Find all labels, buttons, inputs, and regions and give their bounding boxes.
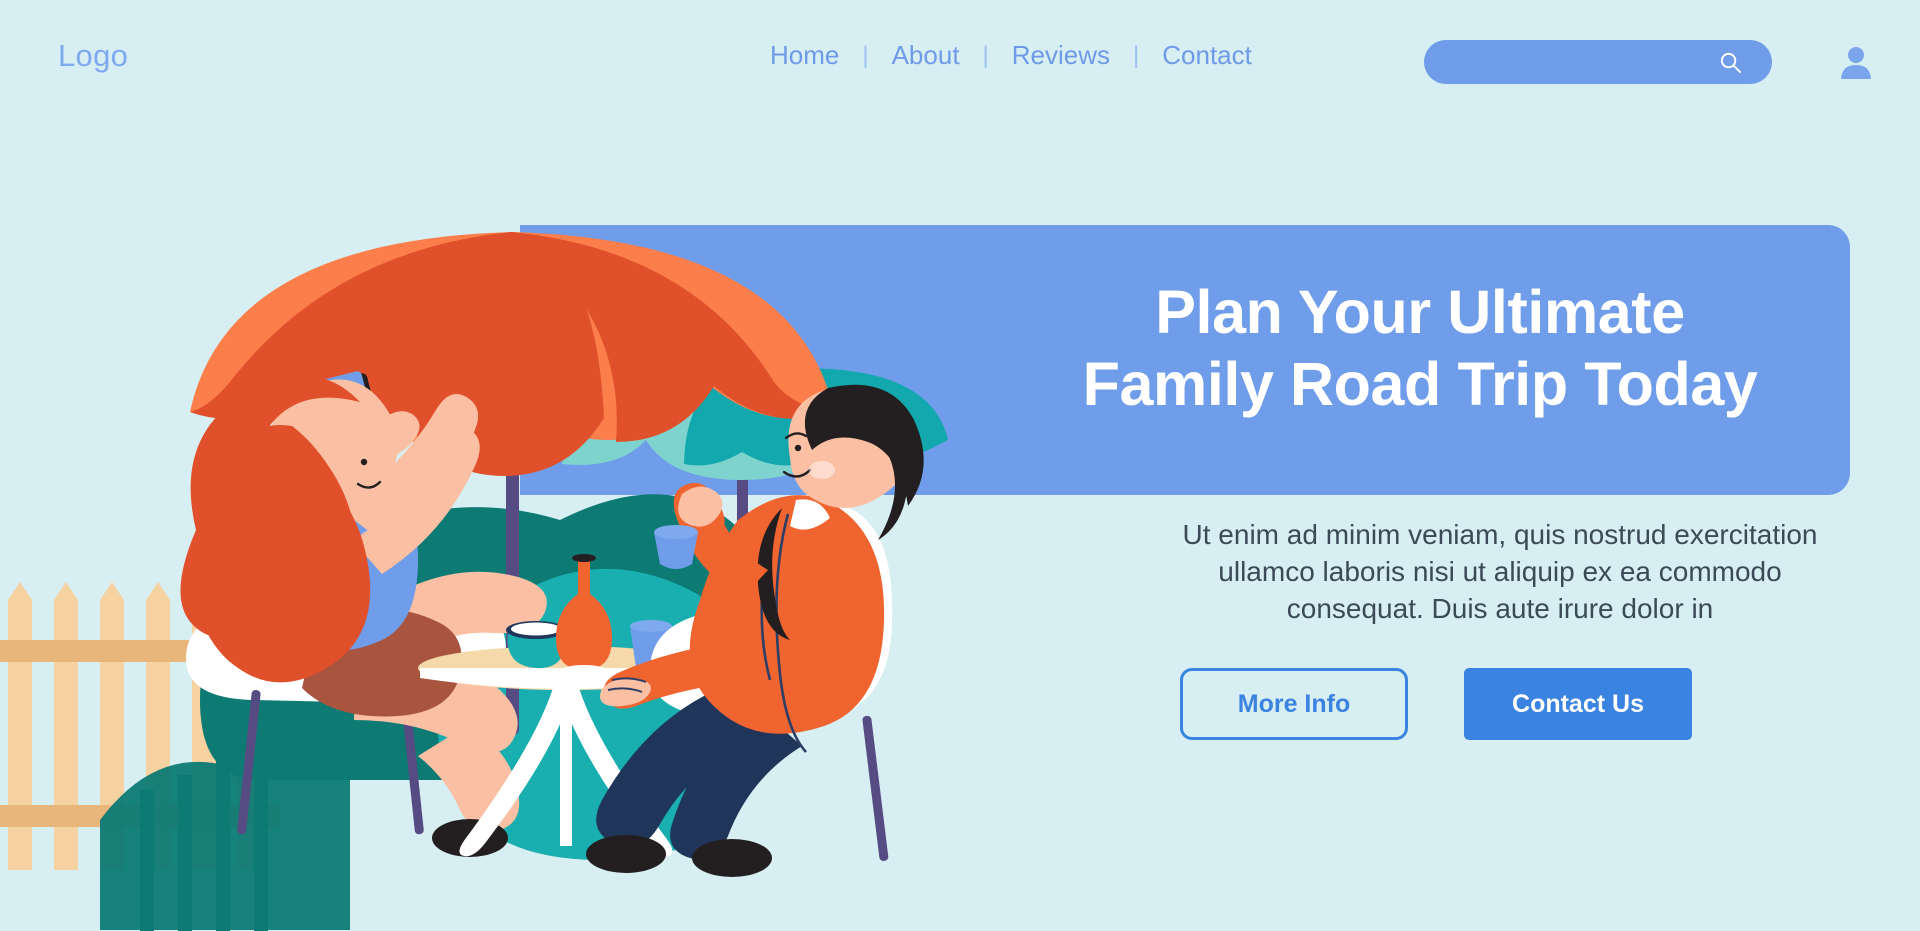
main-navigation: Home | About | Reviews | Contact	[760, 40, 1262, 71]
search-input[interactable]	[1424, 40, 1772, 84]
site-header: Logo Home | About | Reviews | Contact	[0, 0, 1920, 110]
logo[interactable]: Logo	[58, 38, 128, 74]
contact-us-button[interactable]: Contact Us	[1464, 668, 1692, 740]
page-title: Plan Your Ultimate Family Road Trip Toda…	[1000, 277, 1840, 421]
nav-separator: |	[1133, 41, 1140, 69]
hero-illustration	[0, 232, 948, 931]
headline-line-2: Family Road Trip Today	[1082, 349, 1758, 418]
more-info-button[interactable]: More Info	[1180, 668, 1408, 740]
nav-item-contact[interactable]: Contact	[1152, 40, 1262, 71]
user-account-icon[interactable]	[1836, 42, 1876, 82]
landing-page: Plan Your Ultimate Family Road Trip Toda…	[0, 0, 1920, 931]
hero-body-text: Ut enim ad minim veniam, quis nostrud ex…	[1182, 519, 1818, 625]
cta-button-row: More Info Contact Us	[1180, 668, 1840, 740]
nav-separator: |	[982, 41, 989, 69]
nav-item-about[interactable]: About	[882, 40, 970, 71]
nav-item-home[interactable]: Home	[760, 40, 849, 71]
nav-separator: |	[862, 41, 869, 69]
headline-line-1: Plan Your Ultimate	[1155, 278, 1685, 346]
nav-item-reviews[interactable]: Reviews	[1002, 40, 1120, 71]
